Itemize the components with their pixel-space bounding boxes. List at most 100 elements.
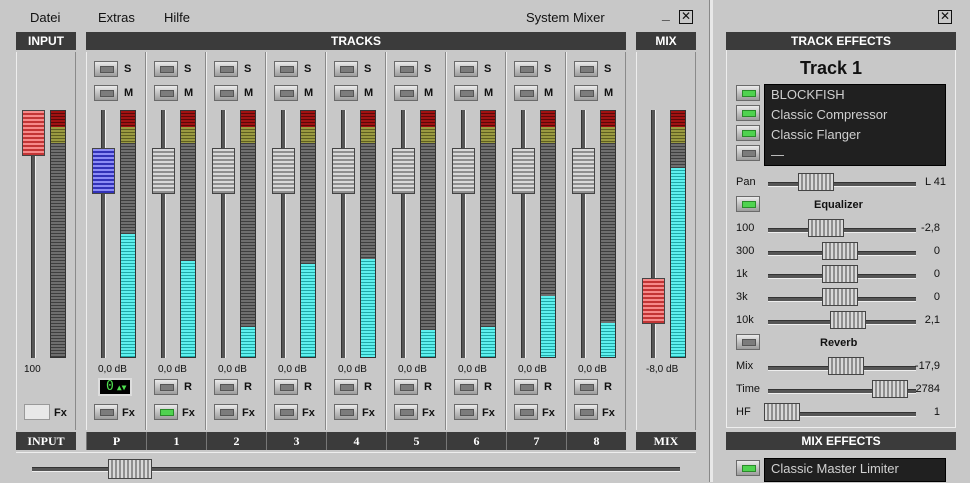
record-button[interactable] bbox=[574, 379, 598, 395]
track-fx-button[interactable] bbox=[154, 404, 178, 420]
fx-slot-toggle-button[interactable] bbox=[736, 125, 760, 141]
track-name-label: 2 bbox=[206, 432, 266, 450]
mute-button[interactable] bbox=[394, 85, 418, 101]
record-button[interactable] bbox=[154, 379, 178, 395]
fx-chain-item[interactable]: — bbox=[765, 145, 945, 165]
fx-slot-toggle-button[interactable] bbox=[736, 145, 760, 161]
solo-label: S bbox=[124, 63, 132, 75]
mix-effects-list[interactable]: Classic Master Limiter bbox=[764, 458, 946, 482]
track-db-label: 0,0 dB bbox=[278, 364, 307, 375]
reverb-param-value: 2784 bbox=[915, 383, 940, 395]
pitch-display[interactable]: 0 ▲▼ bbox=[98, 378, 132, 396]
record-button[interactable] bbox=[514, 379, 538, 395]
track-fader-knob[interactable] bbox=[272, 148, 295, 194]
track-fx-button[interactable] bbox=[274, 404, 298, 420]
pan-slider-knob[interactable] bbox=[798, 173, 834, 191]
track-fader-knob[interactable] bbox=[92, 148, 115, 194]
mix-footer: MIX bbox=[636, 432, 696, 450]
record-button[interactable] bbox=[454, 379, 478, 395]
track-fx-button[interactable] bbox=[514, 404, 538, 420]
solo-button[interactable] bbox=[454, 61, 478, 77]
solo-button[interactable] bbox=[94, 61, 118, 77]
record-button[interactable] bbox=[334, 379, 358, 395]
eq-band-label: 1k bbox=[736, 268, 748, 280]
mute-button[interactable] bbox=[574, 85, 598, 101]
track-db-label: 0,0 dB bbox=[398, 364, 427, 375]
fx-chain-item[interactable]: BLOCKFISH bbox=[765, 85, 945, 105]
close-icon[interactable]: ✕ bbox=[679, 10, 693, 24]
record-label: R bbox=[544, 381, 552, 393]
track-meter bbox=[420, 110, 436, 358]
solo-button[interactable] bbox=[154, 61, 178, 77]
mute-button[interactable] bbox=[274, 85, 298, 101]
solo-button[interactable] bbox=[394, 61, 418, 77]
mix-effect-toggle-button[interactable] bbox=[736, 460, 760, 476]
eq-band-slider-knob[interactable] bbox=[822, 288, 858, 306]
reverb-param-slider-knob[interactable] bbox=[764, 403, 800, 421]
mute-button[interactable] bbox=[94, 85, 118, 101]
fx-chain-item[interactable]: Classic Flanger bbox=[765, 125, 945, 145]
solo-button[interactable] bbox=[514, 61, 538, 77]
solo-label: S bbox=[604, 63, 612, 75]
mix-effect-item[interactable]: Classic Master Limiter bbox=[765, 459, 945, 479]
reverb-title: Reverb bbox=[820, 337, 858, 349]
fx-chain-list[interactable]: BLOCKFISH Classic Compressor Classic Fla… bbox=[764, 84, 946, 166]
record-button[interactable] bbox=[214, 379, 238, 395]
mute-button[interactable] bbox=[454, 85, 478, 101]
menu-extras[interactable]: Extras bbox=[98, 10, 135, 25]
track-effects-close-icon[interactable]: ✕ bbox=[938, 10, 952, 24]
track-fx-button[interactable] bbox=[334, 404, 358, 420]
mix-fader-knob[interactable] bbox=[642, 278, 665, 324]
track-name-label: 6 bbox=[446, 432, 506, 450]
track-fx-button[interactable] bbox=[394, 404, 418, 420]
mute-button[interactable] bbox=[214, 85, 238, 101]
track-fx-button[interactable] bbox=[214, 404, 238, 420]
track-fx-label: Fx bbox=[242, 407, 255, 419]
track-fader-knob[interactable] bbox=[212, 148, 235, 194]
track-fader-knob[interactable] bbox=[512, 148, 535, 194]
fx-slot-toggle-button[interactable] bbox=[736, 85, 760, 101]
eq-band-label: 10k bbox=[736, 314, 754, 326]
mute-label: M bbox=[484, 87, 494, 99]
menu-datei[interactable]: Datei bbox=[30, 10, 60, 25]
track-fader-knob[interactable] bbox=[452, 148, 475, 194]
solo-button[interactable] bbox=[214, 61, 238, 77]
mute-button[interactable] bbox=[514, 85, 538, 101]
eq-band-slider-knob[interactable] bbox=[822, 242, 858, 260]
track-name-label: 3 bbox=[266, 432, 326, 450]
solo-button[interactable] bbox=[334, 61, 358, 77]
solo-button[interactable] bbox=[274, 61, 298, 77]
record-button[interactable] bbox=[394, 379, 418, 395]
mute-button[interactable] bbox=[154, 85, 178, 101]
track-meter bbox=[360, 110, 376, 358]
track-fx-button[interactable] bbox=[574, 404, 598, 420]
track-fader-knob[interactable] bbox=[392, 148, 415, 194]
fx-slot-toggle-button[interactable] bbox=[736, 105, 760, 121]
pan-label: Pan bbox=[736, 176, 756, 188]
record-label: R bbox=[244, 381, 252, 393]
record-button[interactable] bbox=[274, 379, 298, 395]
track-fader-knob[interactable] bbox=[152, 148, 175, 194]
eq-band-slider-knob[interactable] bbox=[808, 219, 844, 237]
track-fx-label: Fx bbox=[422, 407, 435, 419]
fx-chain-item[interactable]: Classic Compressor bbox=[765, 105, 945, 125]
track-fx-button[interactable] bbox=[94, 404, 118, 420]
minimize-icon[interactable]: _ bbox=[662, 6, 670, 22]
mute-button[interactable] bbox=[334, 85, 358, 101]
track-fx-button[interactable] bbox=[454, 404, 478, 420]
menu-hilfe[interactable]: Hilfe bbox=[164, 10, 190, 25]
eq-band-slider-knob[interactable] bbox=[822, 265, 858, 283]
track-fader-knob[interactable] bbox=[572, 148, 595, 194]
bottom-slider-knob[interactable] bbox=[108, 459, 152, 479]
input-fx-button[interactable] bbox=[24, 404, 50, 420]
mute-label: M bbox=[184, 87, 194, 99]
stepper-icon[interactable]: ▲▼ bbox=[117, 383, 127, 392]
mix-meter bbox=[670, 110, 686, 358]
track-fader-knob[interactable] bbox=[332, 148, 355, 194]
solo-button[interactable] bbox=[574, 61, 598, 77]
reverb-toggle-button[interactable] bbox=[736, 334, 760, 350]
eq-band-slider-knob[interactable] bbox=[830, 311, 866, 329]
input-fader-knob[interactable] bbox=[22, 110, 45, 156]
equalizer-toggle-button[interactable] bbox=[736, 196, 760, 212]
reverb-param-slider-knob[interactable] bbox=[828, 357, 864, 375]
